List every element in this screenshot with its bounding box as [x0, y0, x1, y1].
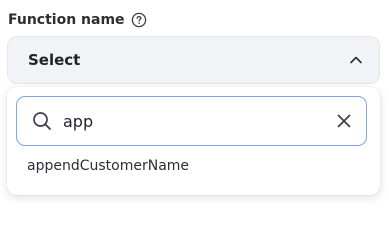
close-icon[interactable]	[334, 111, 354, 131]
search-box[interactable]	[16, 96, 367, 146]
search-input[interactable]	[63, 106, 334, 136]
field-label: Function name	[8, 12, 125, 28]
option-item[interactable]: appendCustomerName	[27, 155, 189, 177]
help-icon[interactable]	[131, 12, 147, 28]
function-name-field: Function name Select app appendCustomerN…	[0, 0, 389, 209]
function-select[interactable]: Select	[7, 36, 380, 84]
dropdown-panel: appendCustomerName	[7, 87, 380, 195]
chevron-up-icon[interactable]	[347, 51, 365, 69]
field-label-row: Function name	[8, 9, 147, 31]
search-icon	[31, 110, 53, 132]
select-value: Select	[28, 51, 81, 69]
